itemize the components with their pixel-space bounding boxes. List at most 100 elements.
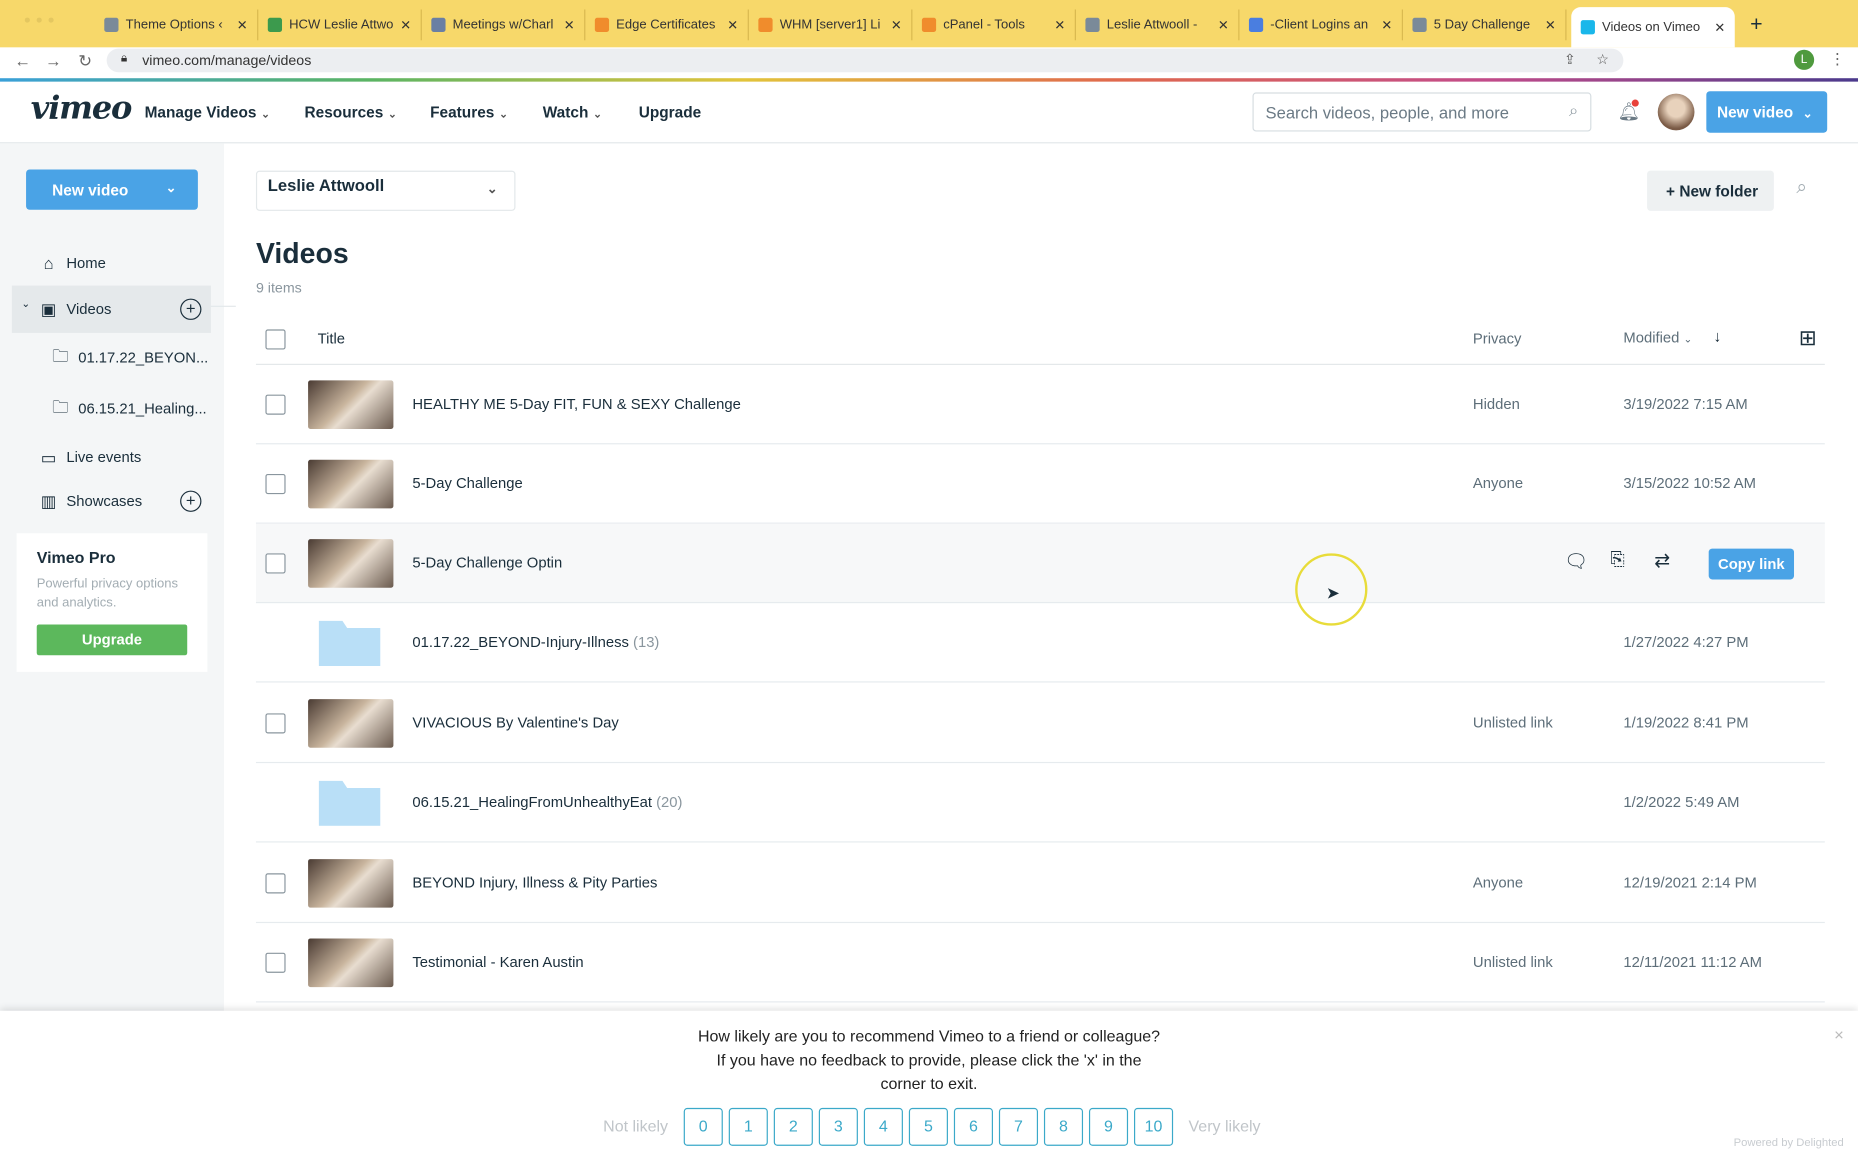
browser-tab-active[interactable]: Videos on Vimeo ✕ — [1571, 7, 1735, 48]
copy-link-button[interactable]: Copy link — [1708, 548, 1795, 580]
score-button-4[interactable]: 4 — [863, 1107, 903, 1146]
browser-tab[interactable]: -Client Logins an ✕ — [1239, 9, 1403, 41]
search-icon[interactable]: ⌕ — [1796, 178, 1807, 199]
sidebar-folder-item[interactable]: 🗀︎ 01.17.22_BEYON... — [12, 335, 211, 380]
video-row[interactable]: 5-Day Challenge Anyone 3/15/2022 10:52 AM — [255, 444, 1825, 524]
close-tab-icon[interactable]: ✕ — [727, 17, 738, 32]
search-input[interactable]: Search videos, people, and more ⌕ — [1252, 92, 1592, 132]
user-avatar[interactable] — [1657, 93, 1695, 131]
new-tab-button[interactable]: + — [1750, 12, 1762, 37]
nav-upgrade[interactable]: Upgrade — [639, 103, 701, 121]
browser-tab[interactable]: Meetings w/Charl ✕ — [422, 9, 586, 41]
column-modified[interactable]: Modified ⌄ — [1623, 329, 1692, 346]
row-checkbox[interactable] — [265, 873, 286, 894]
move-icon[interactable]: ⇄ — [1654, 549, 1670, 573]
search-icon[interactable]: ⌕ — [1569, 101, 1578, 121]
video-thumbnail[interactable] — [308, 380, 394, 429]
row-title[interactable]: BEYOND Injury, Illness & Pity Parties — [412, 874, 657, 891]
nav-resources[interactable]: Resources ⌄ — [305, 103, 397, 121]
header-new-video-button[interactable]: New video ⌄ — [1706, 91, 1828, 133]
folder-icon[interactable] — [318, 619, 381, 666]
score-button-3[interactable]: 3 — [818, 1107, 858, 1146]
browser-tab[interactable]: Leslie Attwooll - ✕ — [1076, 9, 1240, 41]
video-row[interactable]: 5-Day Challenge Optin 🗨︎ ⎘ ⇄ Copy link — [255, 523, 1825, 604]
row-title[interactable]: 5-Day Challenge Optin — [412, 555, 562, 572]
browser-tab[interactable]: HCW Leslie Attwo ✕ — [258, 9, 422, 41]
add-video-icon[interactable]: + — [180, 298, 202, 320]
column-title[interactable]: Title — [318, 331, 345, 348]
video-thumbnail[interactable] — [308, 459, 394, 509]
score-button-9[interactable]: 9 — [1088, 1107, 1129, 1146]
menu-icon[interactable]: ⋮ — [1830, 50, 1845, 69]
video-thumbnail[interactable] — [308, 699, 394, 748]
sort-arrow-icon[interactable]: ↓ — [1713, 327, 1721, 345]
video-row[interactable]: BEYOND Injury, Illness & Pity Parties Any… — [255, 844, 1825, 924]
select-all-checkbox[interactable] — [265, 329, 286, 350]
row-title[interactable]: 01.17.22_BEYOND-Injury-Illness (13) — [412, 634, 659, 651]
browser-tab[interactable]: Theme Options ‹ ✕ — [95, 9, 259, 41]
close-tab-icon[interactable]: ✕ — [1218, 17, 1229, 32]
sidebar-item-showcases[interactable]: ▥ Showcases + — [12, 479, 211, 524]
row-title[interactable]: 06.15.21_HealingFromUnhealthyEat (20) — [412, 794, 682, 811]
close-tab-icon[interactable]: ✕ — [1545, 17, 1556, 32]
row-checkbox[interactable] — [265, 952, 286, 973]
score-button-0[interactable]: 0 — [683, 1107, 723, 1146]
video-thumbnail[interactable] — [308, 938, 394, 988]
url-input[interactable]: vimeo.com/manage/videos 🔒︎ ⇪ ☆ — [106, 48, 1624, 73]
close-tab-icon[interactable]: ✕ — [1714, 20, 1725, 35]
close-tab-icon[interactable]: ✕ — [1381, 17, 1392, 32]
review-icon[interactable]: 🗨︎ — [1564, 550, 1588, 574]
forward-icon[interactable]: → — [45, 51, 62, 70]
row-checkbox[interactable] — [265, 394, 286, 415]
score-button-7[interactable]: 7 — [998, 1107, 1039, 1146]
close-tab-icon[interactable]: ✕ — [1054, 17, 1065, 32]
close-tab-icon[interactable]: ✕ — [564, 17, 575, 32]
sidebar-item-live-events[interactable]: ▭ Live events — [12, 435, 211, 480]
close-tab-icon[interactable]: ✕ — [400, 17, 411, 32]
add-showcase-icon[interactable]: + — [180, 490, 202, 512]
share-file-icon[interactable]: ⎘ — [1610, 550, 1624, 570]
upgrade-button[interactable]: Upgrade — [36, 624, 188, 656]
video-thumbnail[interactable] — [308, 539, 394, 588]
folder-icon[interactable] — [318, 779, 381, 826]
back-icon[interactable]: ← — [14, 51, 31, 70]
vimeo-logo[interactable]: vimeo — [31, 90, 133, 127]
video-row[interactable]: VIVACIOUS By Valentine's Day Unlisted lin… — [255, 684, 1825, 764]
video-row[interactable]: Testimonial - Karen Austin Unlisted link 1… — [255, 923, 1825, 1003]
folder-row[interactable]: 06.15.21_HealingFromUnhealthyEat (20) 1/2… — [255, 763, 1825, 843]
grid-view-icon[interactable]: ⊞ — [1799, 326, 1817, 351]
browser-tab[interactable]: cPanel - Tools ✕ — [912, 9, 1076, 41]
row-checkbox[interactable] — [265, 713, 286, 734]
close-tab-icon[interactable]: ✕ — [237, 17, 248, 32]
video-row[interactable]: HEALTHY ME 5-Day FIT, FUN & SEXY Challen… — [255, 365, 1825, 445]
row-checkbox[interactable] — [265, 553, 286, 574]
score-button-5[interactable]: 5 — [908, 1107, 948, 1146]
star-icon[interactable]: ☆ — [1596, 51, 1609, 68]
score-button-1[interactable]: 1 — [728, 1107, 768, 1146]
row-title[interactable]: 5-Day Challenge — [412, 475, 522, 492]
chevron-down-icon[interactable]: ⌄ — [21, 297, 30, 310]
score-button-10[interactable]: 10 — [1133, 1107, 1174, 1146]
video-thumbnail[interactable] — [308, 859, 394, 908]
reload-icon[interactable]: ↻ — [78, 51, 92, 71]
sidebar-item-home[interactable]: ⌂ Home — [12, 241, 211, 286]
share-icon[interactable]: ⇪ — [1564, 51, 1576, 68]
profile-avatar[interactable]: L — [1794, 49, 1815, 70]
row-title[interactable]: HEALTHY ME 5-Day FIT, FUN & SEXY Challen… — [412, 396, 740, 413]
score-button-2[interactable]: 2 — [773, 1107, 813, 1146]
browser-tab[interactable]: Edge Certificates ✕ — [585, 9, 749, 41]
column-privacy[interactable]: Privacy — [1473, 331, 1522, 348]
window-controls[interactable]: ●●● — [24, 14, 60, 27]
row-title[interactable]: Testimonial - Karen Austin — [412, 954, 583, 971]
sidebar-new-video-button[interactable]: New video ⌄ — [26, 169, 198, 210]
close-icon[interactable]: × — [1834, 1025, 1844, 1044]
close-tab-icon[interactable]: ✕ — [891, 17, 902, 32]
row-checkbox[interactable] — [265, 473, 286, 495]
sidebar-folder-item[interactable]: 🗀︎ 06.15.21_Healing... — [12, 386, 211, 431]
nav-watch[interactable]: Watch ⌄ — [543, 103, 602, 121]
browser-tab[interactable]: 5 Day Challenge ✕ — [1403, 9, 1567, 41]
score-button-8[interactable]: 8 — [1043, 1107, 1084, 1146]
account-selector[interactable]: Leslie Attwooll ⌄ — [255, 170, 516, 211]
nav-features[interactable]: Features ⌄ — [430, 103, 508, 121]
new-folder-button[interactable]: + New folder — [1647, 170, 1774, 211]
